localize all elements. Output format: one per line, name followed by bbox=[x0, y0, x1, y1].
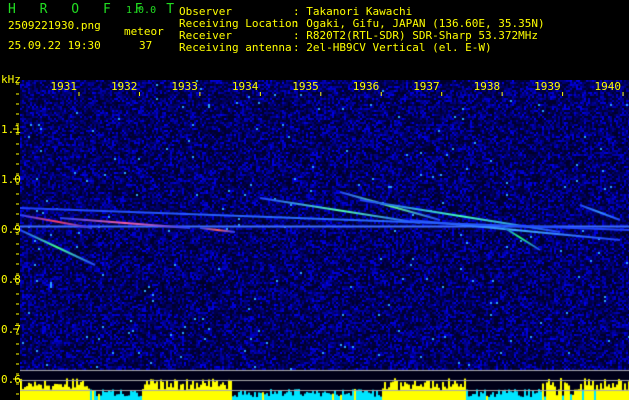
x-tick-label: 1933 bbox=[171, 80, 198, 93]
x-tick-label: 1937 bbox=[413, 80, 440, 93]
x-tick-label: 1938 bbox=[474, 80, 501, 93]
x-tick-label: 1940 bbox=[595, 80, 622, 93]
x-tick-label: 1932 bbox=[111, 80, 138, 93]
x-tick-label: 1935 bbox=[292, 80, 319, 93]
x-tick-label: 1931 bbox=[51, 80, 78, 93]
x-tick-label: 1939 bbox=[534, 80, 561, 93]
x-tick-label: 1936 bbox=[353, 80, 380, 93]
hrofft-window: H R O F F T 1.0.0 2509221930.png 25.09.2… bbox=[0, 0, 629, 400]
x-tick-label: 1934 bbox=[232, 80, 259, 93]
axes-overlay: 1931 1932 1933 1934 1935 1936 1937 1938 1939 1940… bbox=[1, 80, 624, 395]
